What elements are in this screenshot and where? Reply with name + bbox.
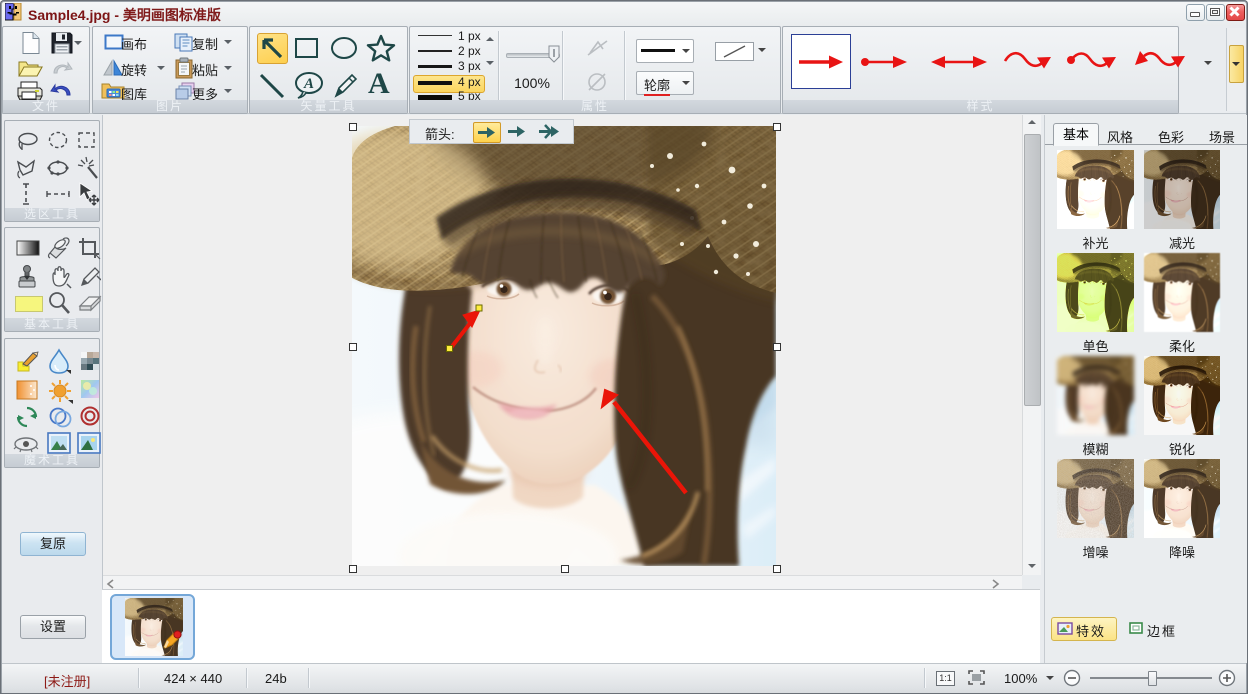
svg-text:A: A — [303, 76, 314, 92]
